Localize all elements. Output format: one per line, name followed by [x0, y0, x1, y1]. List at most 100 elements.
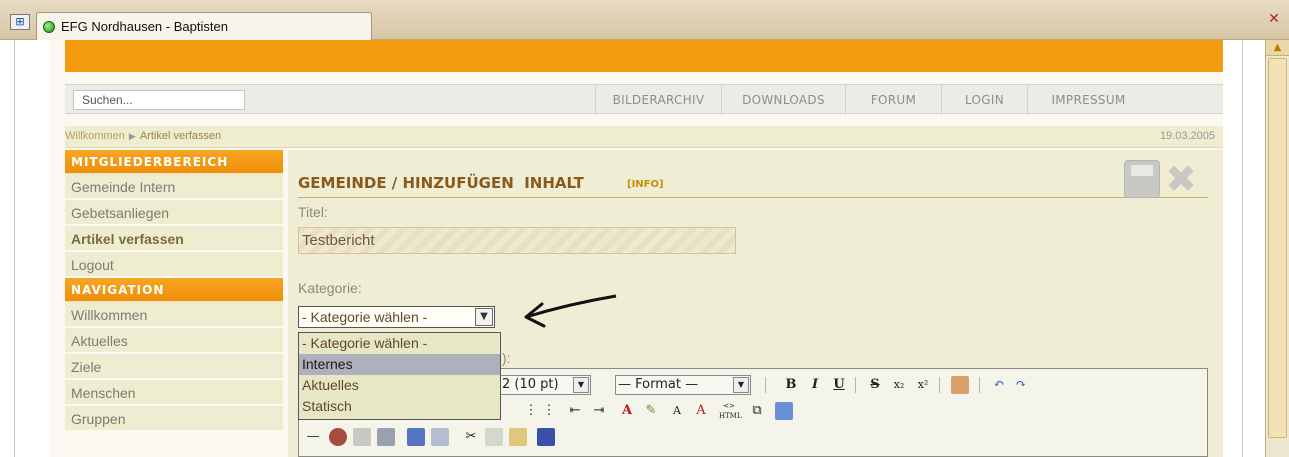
html-label: HTML: [719, 412, 742, 420]
horizontal-rule-icon[interactable]: —: [303, 427, 323, 447]
decrease-font-button[interactable]: A: [667, 401, 687, 421]
increase-font-button[interactable]: A: [691, 401, 711, 421]
paste-icon[interactable]: [509, 428, 527, 446]
superscript-button[interactable]: x²: [913, 375, 933, 395]
underline-button[interactable]: U: [829, 375, 849, 395]
save-icon[interactable]: [1124, 160, 1160, 198]
indent-icon[interactable]: ⇥: [589, 401, 609, 421]
menu-forum[interactable]: FORUM: [845, 85, 941, 115]
format-value: — Format —: [618, 377, 699, 392]
menu-downloads[interactable]: DOWNLOADS: [721, 85, 845, 115]
dropdown-option[interactable]: - Kategorie wählen -: [299, 333, 500, 354]
special-char-icon[interactable]: [537, 428, 555, 446]
fullscreen-icon[interactable]: ⧉: [747, 401, 767, 421]
breadcrumb-current: Artikel verfassen: [139, 130, 222, 142]
hidden-label-fragment: ):: [502, 350, 511, 366]
annotation-arrow-icon: [524, 294, 617, 328]
dropdown-option-highlighted[interactable]: Internes: [299, 354, 500, 375]
html-source-button[interactable]: <> HTML: [719, 401, 742, 421]
sidebar-item-aktuelles[interactable]: Aktuelles: [65, 328, 283, 354]
delete-icon[interactable]: ✖: [1164, 160, 1198, 198]
tab-title: EFG Nordhausen - Baptisten: [61, 19, 228, 34]
window-titlebar: ⊞ EFG Nordhausen - Baptisten ✕: [0, 0, 1289, 40]
frame-divider-left: [14, 40, 15, 457]
strikethrough-button[interactable]: S: [865, 375, 885, 395]
dropdown-option[interactable]: Aktuelles: [299, 375, 500, 396]
sidebar-item-gruppen[interactable]: Gruppen: [65, 406, 283, 432]
kategorie-select[interactable]: - Kategorie wählen - ▼: [298, 306, 495, 328]
sidebar-item-ziele[interactable]: Ziele: [65, 354, 283, 380]
image-icon[interactable]: [329, 428, 347, 446]
outdent-icon[interactable]: ⇤: [565, 401, 585, 421]
sidebar-header-navigation: NAVIGATION: [65, 278, 283, 302]
dropdown-option[interactable]: Statisch: [299, 396, 500, 417]
breadcrumb: Willkommen ▶ Artikel verfassen: [65, 130, 221, 142]
paste-word-icon[interactable]: [951, 376, 969, 394]
page-title: GEMEINDE / HINZUFÜGEN INHALT: [298, 174, 584, 192]
menu-impressum[interactable]: IMPRESSUM: [1027, 85, 1149, 115]
chevron-down-icon[interactable]: ▼: [475, 308, 493, 326]
current-date: 19.03.2005: [1159, 130, 1215, 142]
sidebar: MITGLIEDERBEREICH Gemeinde Intern Gebets…: [65, 150, 283, 457]
scroll-up-arrow-icon[interactable]: ▲: [1266, 40, 1289, 56]
toolbar-separator: [855, 377, 856, 393]
main-content: GEMEINDE / HINZUFÜGEN INHALT [INFO] ✖ Ti…: [288, 150, 1223, 457]
format-select[interactable]: — Format — ▼: [615, 375, 751, 395]
cut-icon[interactable]: ✂: [461, 427, 481, 447]
breadcrumb-home-link[interactable]: Willkommen: [65, 130, 125, 142]
titel-input[interactable]: Testbericht: [298, 227, 736, 254]
search-input[interactable]: Suchen...: [73, 90, 245, 110]
sidebar-item-gebetsanliegen[interactable]: Gebetsanliegen: [65, 200, 283, 226]
sidebar-item-artikel-verfassen[interactable]: Artikel verfassen: [65, 226, 283, 252]
ordered-list-icon[interactable]: ⋮: [521, 401, 541, 421]
menu-bilderarchiv[interactable]: BILDERARCHIV: [595, 85, 721, 115]
page-status-icon: [43, 21, 55, 33]
toolbar-separator: [939, 377, 940, 393]
top-navigation-bar: Suchen... BILDERARCHIV DOWNLOADS FORUM L…: [65, 84, 1223, 115]
site-container: Suchen... BILDERARCHIV DOWNLOADS FORUM L…: [50, 40, 1223, 457]
table-edit-icon[interactable]: [431, 428, 449, 446]
scrollbar-thumb[interactable]: [1268, 58, 1287, 438]
frame-divider-right: [1242, 40, 1243, 457]
sidebar-item-gemeinde-intern[interactable]: Gemeinde Intern: [65, 174, 283, 200]
kategorie-dropdown-list[interactable]: - Kategorie wählen - Internes Aktuelles …: [298, 332, 501, 420]
header-banner: [65, 40, 1223, 72]
vertical-scrollbar[interactable]: ▲: [1265, 40, 1289, 457]
sidebar-header-members: MITGLIEDERBEREICH: [65, 150, 283, 174]
bold-button[interactable]: B: [781, 375, 801, 395]
unordered-list-icon[interactable]: ⋮: [539, 401, 559, 421]
font-size-value: 2 (10 pt): [502, 377, 559, 392]
info-link[interactable]: [INFO]: [627, 179, 664, 190]
browser-tab[interactable]: EFG Nordhausen - Baptisten: [36, 12, 372, 40]
highlight-color-icon[interactable]: ✎: [641, 401, 661, 421]
breadcrumb-bar: Willkommen ▶ Artikel verfassen 19.03.2005: [65, 126, 1223, 148]
kategorie-label: Kategorie:: [298, 280, 362, 296]
chevron-down-icon[interactable]: ▼: [733, 377, 749, 393]
redo-icon[interactable]: ↷: [1011, 375, 1031, 395]
close-window-icon[interactable]: ✕: [1265, 10, 1283, 28]
menu-login[interactable]: LOGIN: [941, 85, 1027, 115]
app-window-icon[interactable]: ⊞: [10, 14, 30, 30]
titel-label: Titel:: [298, 204, 328, 220]
sidebar-item-logout[interactable]: Logout: [65, 252, 283, 278]
page-viewport: Suchen... BILDERARCHIV DOWNLOADS FORUM L…: [0, 40, 1265, 457]
kategorie-selected-value: - Kategorie wählen -: [302, 309, 428, 325]
sidebar-item-willkommen[interactable]: Willkommen: [65, 302, 283, 328]
toolbar-separator: [765, 377, 766, 393]
copy-icon[interactable]: [485, 428, 503, 446]
breadcrumb-separator-icon: ▶: [128, 131, 136, 141]
undo-icon[interactable]: ↶: [989, 375, 1009, 395]
font-size-select[interactable]: 2 (10 pt) ▼: [499, 375, 591, 395]
save-doc-icon[interactable]: [377, 428, 395, 446]
chevron-down-icon[interactable]: ▼: [573, 377, 589, 393]
toolbar-separator: [979, 377, 980, 393]
preview-icon[interactable]: [775, 402, 793, 420]
table-icon[interactable]: [407, 428, 425, 446]
title-underline: [298, 197, 1208, 198]
italic-button[interactable]: I: [805, 375, 825, 395]
text-color-icon[interactable]: A: [617, 401, 637, 421]
file-icon[interactable]: [353, 428, 371, 446]
sidebar-item-menschen[interactable]: Menschen: [65, 380, 283, 406]
editor-toolbar-row-3: — ✂: [299, 425, 1207, 449]
subscript-button[interactable]: x₂: [889, 375, 909, 395]
